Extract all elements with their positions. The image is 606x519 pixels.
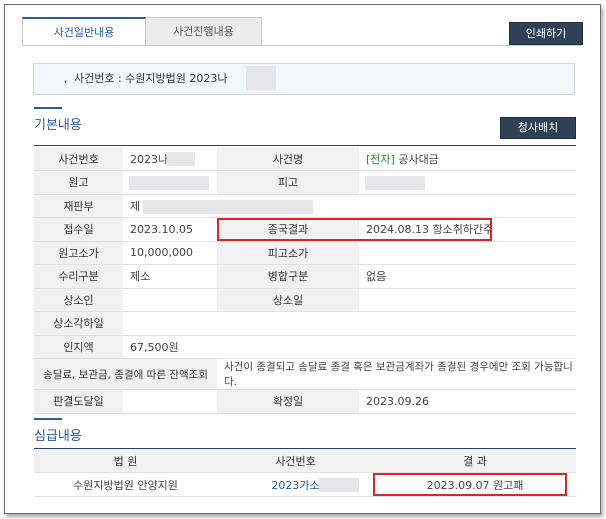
table-row: 상소인 상소일 xyxy=(34,288,576,312)
header-result: 결 과 xyxy=(374,448,576,473)
label-confirmed-date: 확정일 xyxy=(217,389,359,414)
header-court: 법 원 xyxy=(34,448,217,473)
section-rule xyxy=(34,145,576,146)
section-marker xyxy=(34,418,62,420)
value-merge-type: 없음 xyxy=(359,264,576,289)
value-balance-inquiry: 사건이 종결되고 송달료 종결 혹은 보관금계좌가 종결된 경우에만 조회 가능… xyxy=(217,358,576,390)
redaction xyxy=(143,199,313,214)
grade-court: 수원지방법원 안양지원 xyxy=(34,472,217,497)
label-judgment-delivery-date: 판결도달일 xyxy=(34,389,123,414)
redaction xyxy=(319,478,359,492)
table-row: 사건번호 2023나 사건명 [전자] 공사대금 xyxy=(34,147,576,171)
label-appeal-date: 상소일 xyxy=(217,288,359,312)
value-defendant-claim xyxy=(359,241,576,265)
value-case-number: 2023나 xyxy=(123,147,217,171)
electronic-tag: [전자] xyxy=(366,152,395,166)
redaction xyxy=(365,176,425,190)
redaction xyxy=(129,176,209,190)
label-plaintiff: 원고 xyxy=(34,170,123,195)
tab-divider xyxy=(22,45,582,46)
label-defendant-claim: 피고소가 xyxy=(217,241,359,265)
table-row: 수리구분 제소 병합구분 없음 xyxy=(34,264,576,289)
label-merge-type: 병합구분 xyxy=(217,264,359,289)
bullet-icon: , xyxy=(64,72,68,85)
redaction xyxy=(167,152,195,166)
value-plaintiff-claim: 10,000,000 xyxy=(123,241,217,265)
basic-info-table: 사건번호 2023나 사건명 [전자] 공사대금 원고 피고 재판부 제 접수일… xyxy=(34,147,576,414)
table-row: 판결도달일 확정일 2023.09.26 xyxy=(34,389,576,414)
courtroom-layout-button[interactable]: 청사배치 xyxy=(500,117,576,139)
case-banner: , 사건번호 : 수원지방법원 2023나 xyxy=(33,63,575,95)
section-title-basic: 기본내용 xyxy=(34,118,82,133)
grade-case-number[interactable]: 2023가소 xyxy=(217,472,374,497)
value-appellant xyxy=(123,288,217,312)
value-appeal-date xyxy=(359,288,576,312)
table-row: 송달료, 보관금, 종결에 따른 잔액조회 사건이 종결되고 송달료 종결 혹은… xyxy=(34,358,576,390)
case-number-link[interactable]: 2023가소 xyxy=(271,479,319,492)
table-row: 원고 피고 xyxy=(34,170,576,195)
highlight-final-result xyxy=(217,218,492,241)
header-case-number: 사건번호 xyxy=(217,448,374,473)
value-case-name: [전자] 공사대금 xyxy=(359,147,576,171)
section-marker xyxy=(34,107,62,109)
table-row: 상소각하일 xyxy=(34,311,576,336)
value-appeal-dismissal-date xyxy=(123,311,576,336)
print-button[interactable]: 인쇄하기 xyxy=(509,22,583,45)
table-row: 원고소가 10,000,000 피고소가 xyxy=(34,241,576,265)
value-defendant xyxy=(359,170,576,195)
label-acceptance-type: 수리구분 xyxy=(34,264,123,289)
label-court-division: 재판부 xyxy=(34,194,123,218)
label-case-name: 사건명 xyxy=(217,147,359,171)
label-balance-inquiry: 송달료, 보관금, 종결에 따른 잔액조회 xyxy=(34,358,217,390)
value-plaintiff xyxy=(123,170,217,195)
label-appellant: 상소인 xyxy=(34,288,123,312)
case-banner-text: 사건번호 : 수원지방법원 2023나 xyxy=(74,72,228,85)
section-title-grade: 심급내용 xyxy=(34,429,82,444)
value-acceptance-type: 제소 xyxy=(123,264,217,289)
table-header-row: 법 원 사건번호 결 과 xyxy=(34,448,576,473)
redaction xyxy=(246,66,276,90)
value-filing-date: 2023.10.05 xyxy=(123,217,217,242)
value-confirmed-date: 2023.09.26 xyxy=(359,389,576,414)
value-judgment-delivery-date xyxy=(123,389,217,414)
tab-case-general[interactable]: 사건일반내용 xyxy=(22,17,146,46)
label-appeal-dismissal-date: 상소각하일 xyxy=(34,311,123,336)
label-stamp-fee: 인지액 xyxy=(34,335,123,359)
label-case-number: 사건번호 xyxy=(34,147,123,171)
value-court-division: 제 xyxy=(123,194,576,218)
tab-case-progress[interactable]: 사건진행내용 xyxy=(146,17,262,46)
label-filing-date: 접수일 xyxy=(34,217,123,242)
table-row: 재판부 제 xyxy=(34,194,576,218)
highlight-grade-result xyxy=(373,473,567,496)
value-stamp-fee: 67,500원 xyxy=(123,335,576,359)
table-row: 인지액 67,500원 xyxy=(34,335,576,359)
label-defendant: 피고 xyxy=(217,170,359,195)
label-plaintiff-claim: 원고소가 xyxy=(34,241,123,265)
